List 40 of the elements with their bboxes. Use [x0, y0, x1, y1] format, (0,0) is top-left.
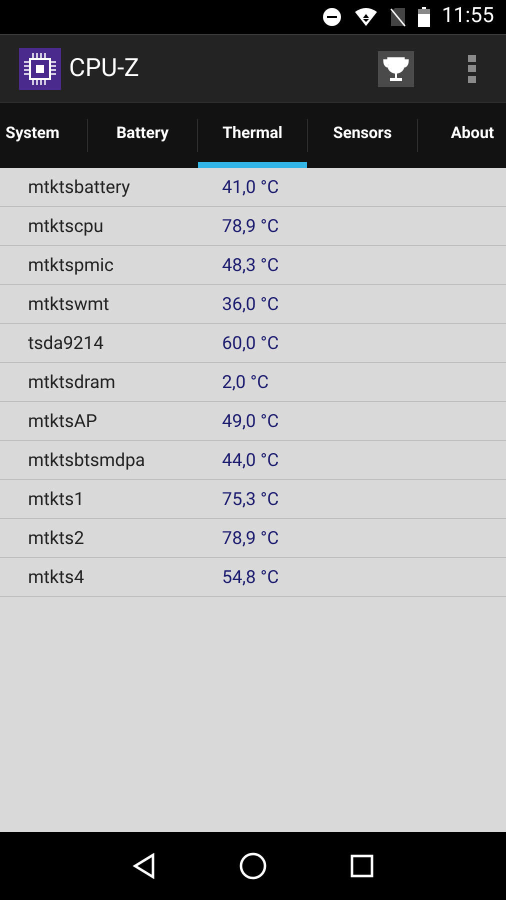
tab[interactable]: About: [418, 103, 506, 168]
sensor-name: mtkts2: [28, 526, 86, 550]
tab[interactable]: Battery: [88, 103, 197, 168]
more-options-button[interactable]: [468, 54, 476, 82]
back-icon[interactable]: [132, 853, 156, 879]
temperature-value: 44,0 °C: [222, 448, 279, 472]
temperature-value: 48,3 °C: [222, 254, 279, 278]
temperature-value: 49,0 °C: [222, 410, 279, 434]
temperature-value: 54,8 °C: [222, 566, 279, 590]
sensor-name: mtktscpu: [28, 214, 104, 238]
temperature-value: 41,0 °C: [222, 176, 279, 200]
wifi-icon: [354, 7, 378, 27]
no-sim-icon: [390, 7, 406, 27]
sensor-name: mtktsbattery: [28, 176, 131, 200]
trophy-icon: [383, 56, 409, 82]
tab[interactable]: Sensors: [308, 103, 417, 168]
sensor-name: tsda9214: [28, 332, 105, 356]
temperature-value: 78,9 °C: [222, 526, 279, 550]
temperature-value: 60,0 °C: [222, 332, 279, 356]
status-time: 11:55: [442, 3, 494, 30]
chip-icon: [19, 48, 61, 90]
do-not-disturb-icon: [322, 7, 342, 27]
recent-apps-icon[interactable]: [350, 854, 374, 878]
temperature-value: 75,3 °C: [222, 488, 279, 512]
temperature-value: 78,9 °C: [222, 214, 279, 238]
sensor-name: mtktsbtsmdpa: [28, 448, 146, 472]
sensor-name: mtkts4: [28, 566, 86, 590]
sensor-name: mtktspmic: [28, 254, 115, 278]
sensor-name: mtktsAP: [28, 410, 98, 434]
sensor-name: mtkts1: [28, 488, 86, 512]
app-title: CPU-Z: [69, 52, 140, 85]
tab[interactable]: Thermal: [198, 103, 307, 168]
temperature-value: 2,0 °C: [222, 370, 269, 394]
temperature-value: 36,0 °C: [222, 292, 279, 316]
trophy-button[interactable]: [378, 50, 414, 86]
sensor-name: mtktsdram: [28, 370, 116, 394]
tab[interactable]: System: [0, 103, 87, 168]
sensor-name: mtktswmt: [28, 292, 110, 316]
battery-icon: [418, 7, 430, 27]
home-icon[interactable]: [238, 852, 267, 880]
